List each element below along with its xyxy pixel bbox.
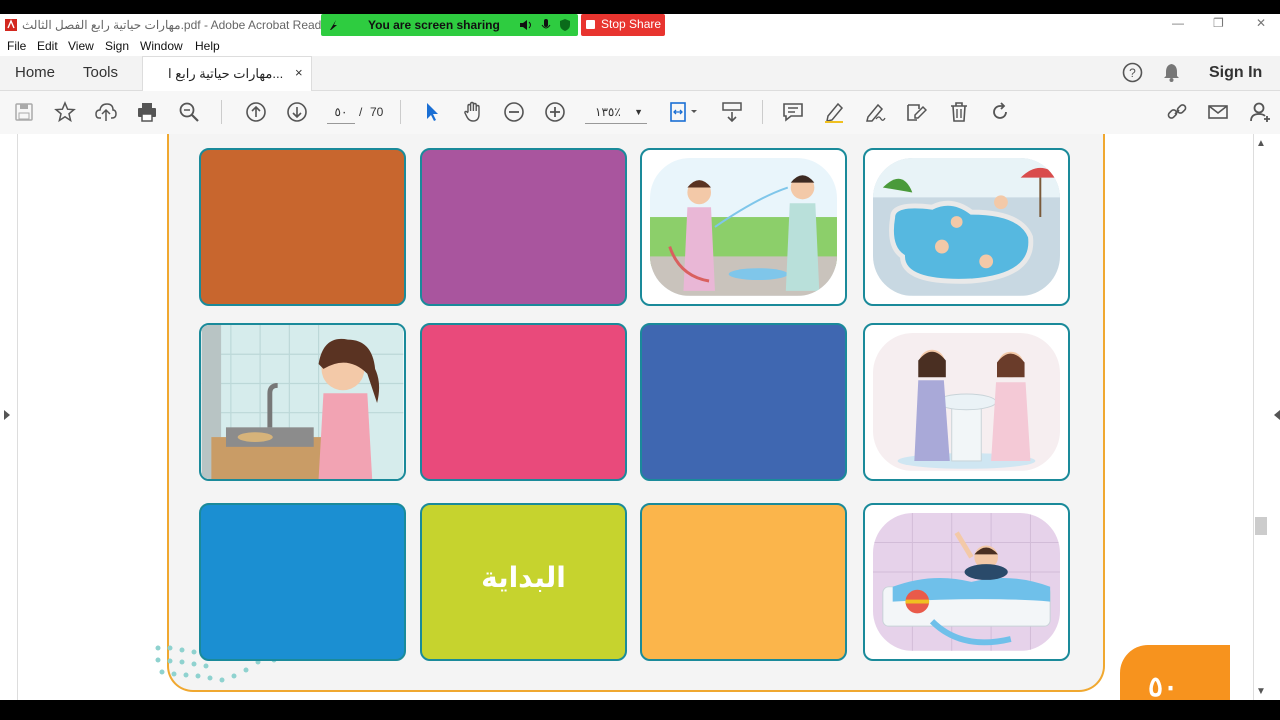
- link-icon[interactable]: [1166, 101, 1188, 123]
- stop-share-button[interactable]: Stop Share: [581, 14, 665, 36]
- speaker-icon[interactable]: [519, 19, 533, 31]
- menu-bar: [0, 36, 1280, 56]
- restore-button[interactable]: ❐: [1213, 16, 1224, 30]
- picture-tile-girls-washbasin: [863, 323, 1070, 481]
- acrobat-logo-icon: [5, 19, 17, 31]
- color-tile-purple: [420, 148, 627, 306]
- scroll-up-icon[interactable]: ▲: [1256, 138, 1266, 149]
- scroll-down-icon[interactable]: ▼: [1256, 686, 1266, 697]
- menu-window[interactable]: Window: [140, 39, 183, 53]
- start-tile: البداية: [420, 503, 627, 661]
- zoom-level-value: ١٣٥٪: [595, 105, 621, 119]
- zoom-out-icon[interactable]: [503, 101, 525, 123]
- minimize-button[interactable]: —: [1172, 16, 1184, 30]
- girls-washbasin-illustration: [873, 333, 1060, 471]
- email-icon[interactable]: [1207, 101, 1229, 123]
- previous-page-icon[interactable]: [245, 101, 267, 123]
- help-circle-icon[interactable]: ?: [1122, 62, 1143, 83]
- tab-tools[interactable]: Tools: [83, 64, 118, 81]
- add-user-icon[interactable]: [1249, 101, 1271, 123]
- girl-sink-dishes-illustration: [201, 325, 404, 479]
- picture-tile-boy-bathtub: [863, 503, 1070, 661]
- swimming-pool-illustration: [873, 158, 1060, 296]
- bottom-bar: [0, 700, 1280, 720]
- toolbar-divider: [762, 100, 763, 124]
- share-status-icon: [330, 20, 337, 30]
- stop-icon: [586, 20, 595, 29]
- color-tile-cyan: [199, 503, 406, 661]
- tab-home[interactable]: Home: [15, 64, 55, 81]
- boy-bathtub-illustration: [873, 513, 1060, 651]
- zoom-in-icon[interactable]: [544, 101, 566, 123]
- draw-sign-icon[interactable]: [864, 101, 886, 123]
- fit-page-icon[interactable]: [669, 101, 701, 123]
- chevron-down-icon: ▼: [634, 107, 643, 117]
- stop-share-label: Stop Share: [601, 17, 662, 31]
- menu-edit[interactable]: Edit: [37, 39, 58, 53]
- document-tab-label: مهارات حياتية رابع ا...: [168, 66, 284, 81]
- toolbar-divider: [221, 100, 222, 124]
- expand-right-panel-icon[interactable]: [1274, 410, 1280, 420]
- page-number-badge-text: ٥٠: [1148, 671, 1179, 702]
- comment-icon[interactable]: [782, 101, 804, 123]
- zoom-level-select[interactable]: ١٣٥٪ ▼: [585, 101, 647, 124]
- menu-help[interactable]: Help: [195, 39, 220, 53]
- page-number-input[interactable]: ٥٠: [327, 101, 355, 124]
- menu-sign[interactable]: Sign: [105, 39, 129, 53]
- picture-tile-swimming-pool: [863, 148, 1070, 306]
- mic-icon[interactable]: [540, 18, 552, 32]
- trash-icon[interactable]: [948, 101, 970, 123]
- color-tile-pink: [420, 323, 627, 481]
- search-icon[interactable]: [178, 101, 200, 123]
- window-title: مهارات حياتية رابع الفصل الثالث.pdf - Ad…: [22, 18, 353, 32]
- color-tile-blue: [640, 323, 847, 481]
- svg-text:?: ?: [1129, 66, 1136, 80]
- upload-cloud-icon[interactable]: [95, 101, 117, 123]
- save-icon[interactable]: [13, 101, 35, 123]
- start-label: البداية: [481, 561, 566, 594]
- color-tile-orange: [199, 148, 406, 306]
- bell-icon[interactable]: [1162, 62, 1181, 83]
- sign-in-button[interactable]: Sign In: [1209, 64, 1262, 82]
- page-total: 70: [370, 105, 384, 119]
- scroll-thumb[interactable]: [1255, 517, 1267, 535]
- girls-water-hose-illustration: [650, 158, 837, 296]
- shield-icon: [560, 19, 570, 31]
- toolbar-divider: [400, 100, 401, 124]
- picture-tile-girls-water-hose: [640, 148, 847, 306]
- color-tile-yellow: [640, 503, 847, 661]
- close-tab-button[interactable]: ×: [295, 65, 303, 80]
- edit-share-icon[interactable]: [905, 101, 927, 123]
- next-page-icon[interactable]: [286, 101, 308, 123]
- menu-file[interactable]: File: [7, 39, 26, 53]
- scroll-mode-icon[interactable]: [721, 101, 743, 123]
- picture-tile-girl-sink-dishes: [199, 323, 406, 481]
- rotate-icon[interactable]: [989, 101, 1011, 123]
- hand-tool-icon[interactable]: [462, 101, 484, 123]
- expand-left-panel-icon[interactable]: [4, 410, 10, 420]
- close-window-button[interactable]: ✕: [1256, 16, 1266, 30]
- star-icon[interactable]: [54, 101, 76, 123]
- menu-view[interactable]: View: [68, 39, 94, 53]
- select-cursor-icon[interactable]: [421, 101, 443, 123]
- screen-share-status: You are screen sharing: [368, 18, 500, 32]
- print-icon[interactable]: [136, 101, 158, 123]
- highlight-pen-icon[interactable]: [823, 101, 845, 123]
- page-separator: /: [359, 105, 363, 119]
